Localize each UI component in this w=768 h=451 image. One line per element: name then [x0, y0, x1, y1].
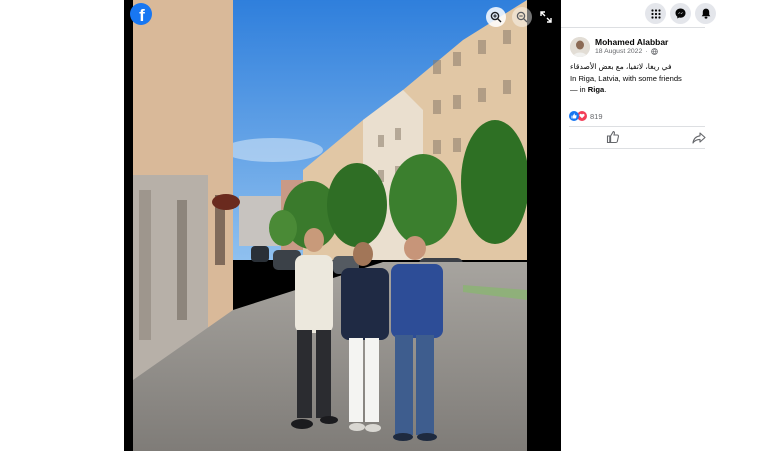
post-location: — in Riga.	[570, 84, 760, 96]
post-meta: 18 August 2022 ·	[595, 48, 658, 55]
zoom-in-icon[interactable]	[486, 7, 506, 27]
thumbs-up-icon	[606, 131, 620, 144]
globe-icon	[650, 48, 658, 55]
share-icon	[692, 132, 706, 144]
post-header: Mohamed Alabbar 18 August 2022 ·	[570, 36, 760, 60]
post-text-arabic: في ريغا، لاتفيا، مع بعض الأصدقاء	[570, 62, 672, 71]
share-button[interactable]	[692, 131, 706, 145]
fullscreen-icon[interactable]	[538, 9, 554, 25]
post-date[interactable]: 18 August 2022	[595, 48, 642, 55]
author-name[interactable]: Mohamed Alabbar	[595, 37, 668, 47]
photo-viewer: f	[124, 0, 561, 451]
notifications-icon[interactable]	[695, 3, 716, 24]
post-photo[interactable]	[133, 0, 527, 451]
page-background	[0, 0, 124, 451]
like-icon	[569, 111, 579, 121]
grid-menu-icon[interactable]	[645, 3, 666, 24]
location-prefix: — in	[570, 85, 588, 94]
avatar[interactable]	[570, 37, 590, 57]
reaction-count: 819	[590, 111, 603, 121]
divider	[569, 148, 705, 149]
reactions-summary[interactable]: 819	[569, 111, 603, 121]
location-link[interactable]: Riga	[588, 85, 604, 94]
zoom-out-icon[interactable]	[512, 7, 532, 27]
post-text-english: In Riga, Latvia, with some friends	[570, 73, 682, 83]
divider	[569, 126, 705, 127]
top-bar	[561, 0, 768, 28]
meta-separator: ·	[645, 48, 648, 55]
post-body: في ريغا، لاتفيا، مع بعض الأصدقاء In Riga…	[570, 61, 760, 96]
post-panel: Mohamed Alabbar 18 August 2022 · في ريغا…	[561, 0, 768, 451]
divider	[561, 27, 705, 28]
facebook-icon[interactable]: f	[130, 3, 152, 25]
location-suffix: .	[604, 85, 607, 94]
messenger-icon[interactable]	[670, 3, 691, 24]
like-button[interactable]	[606, 130, 620, 144]
